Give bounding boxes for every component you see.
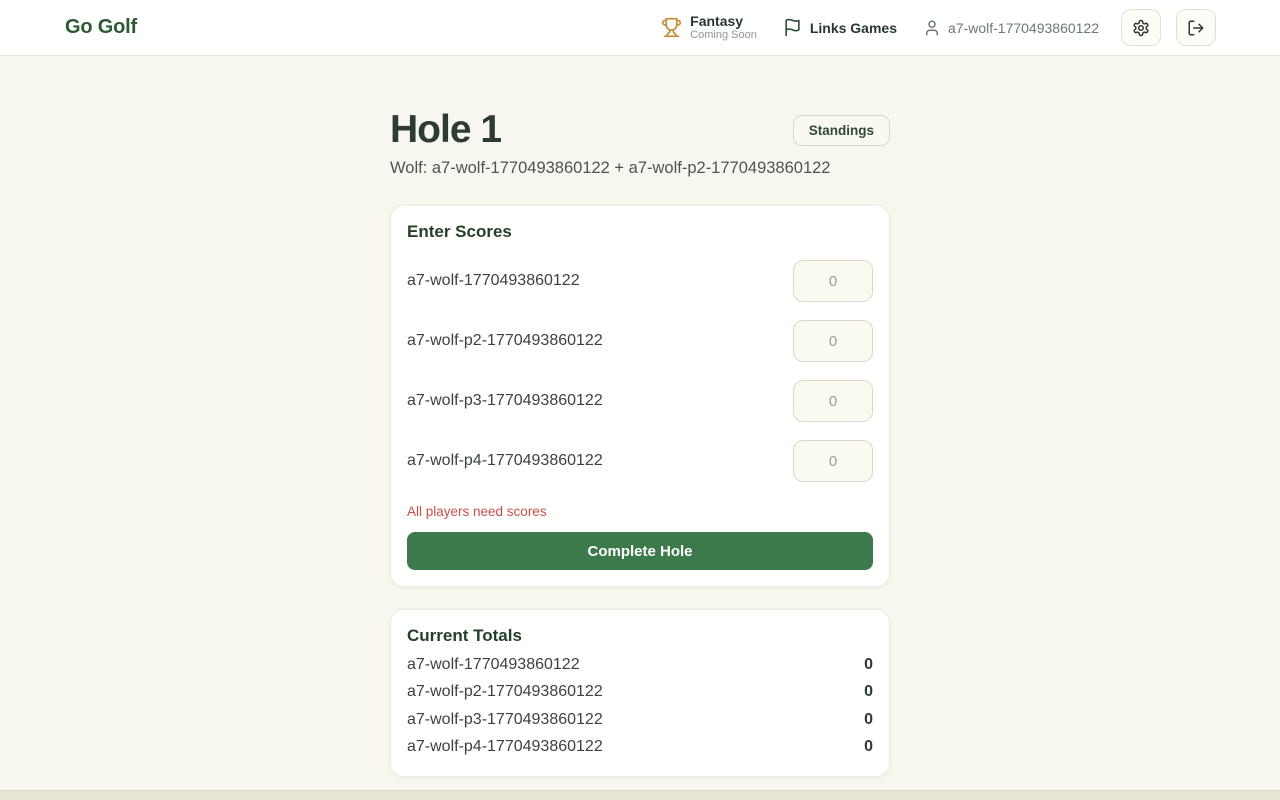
total-row: a7-wolf-1770493860122 0 [407, 656, 873, 674]
fantasy-text: Fantasy Coming Soon [690, 13, 757, 42]
wolf-subtitle: Wolf: a7-wolf-1770493860122 + a7-wolf-p2… [390, 159, 890, 178]
score-row: a7-wolf-p2-1770493860122 [407, 320, 873, 362]
nav-item-fantasy[interactable]: Fantasy Coming Soon [661, 13, 757, 42]
player-name: a7-wolf-p2-1770493860122 [407, 332, 603, 350]
app-header: Go Golf Fantasy Coming Soon [0, 0, 1280, 56]
trophy-icon [661, 17, 682, 38]
fantasy-label: Fantasy [690, 13, 757, 29]
username-text: a7-wolf-1770493860122 [948, 20, 1099, 36]
enter-scores-title: Enter Scores [407, 222, 873, 242]
score-input[interactable] [793, 260, 873, 302]
score-input[interactable] [793, 440, 873, 482]
links-games-label: Links Games [810, 20, 897, 36]
total-player-name: a7-wolf-p4-1770493860122 [407, 738, 603, 756]
score-row: a7-wolf-p4-1770493860122 [407, 440, 873, 482]
total-row: a7-wolf-p4-1770493860122 0 [407, 738, 873, 756]
validation-error: All players need scores [407, 504, 873, 519]
fantasy-sublabel: Coming Soon [690, 29, 757, 42]
total-player-name: a7-wolf-p2-1770493860122 [407, 683, 603, 701]
bottom-strip [0, 790, 1280, 800]
brand-logo[interactable]: Go Golf [65, 16, 137, 39]
total-player-name: a7-wolf-1770493860122 [407, 656, 580, 674]
total-value: 0 [864, 711, 873, 729]
logout-icon [1187, 19, 1205, 37]
total-value: 0 [864, 738, 873, 756]
score-input[interactable] [793, 380, 873, 422]
complete-hole-button[interactable]: Complete Hole [407, 532, 873, 570]
enter-scores-card: Enter Scores a7-wolf-1770493860122 a7-wo… [390, 205, 890, 587]
total-value: 0 [864, 656, 873, 674]
current-totals-title: Current Totals [407, 626, 873, 646]
nav-item-links-games[interactable]: Links Games [783, 18, 897, 37]
header-buttons [1121, 9, 1216, 46]
score-row: a7-wolf-1770493860122 [407, 260, 873, 302]
header-nav: Fantasy Coming Soon Links Games a7-wolf-… [661, 9, 1216, 46]
title-row: Hole 1 Standings [390, 108, 890, 152]
player-name: a7-wolf-p3-1770493860122 [407, 392, 603, 410]
player-name: a7-wolf-p4-1770493860122 [407, 452, 603, 470]
total-player-name: a7-wolf-p3-1770493860122 [407, 711, 603, 729]
user-chip: a7-wolf-1770493860122 [923, 19, 1099, 37]
flag-icon [783, 18, 802, 37]
main-content: Hole 1 Standings Wolf: a7-wolf-177049386… [390, 56, 890, 777]
score-input[interactable] [793, 320, 873, 362]
total-row: a7-wolf-p2-1770493860122 0 [407, 683, 873, 701]
logout-button[interactable] [1176, 9, 1216, 46]
player-name: a7-wolf-1770493860122 [407, 272, 580, 290]
score-row: a7-wolf-p3-1770493860122 [407, 380, 873, 422]
user-icon [923, 19, 941, 37]
total-value: 0 [864, 683, 873, 701]
settings-button[interactable] [1121, 9, 1161, 46]
standings-button[interactable]: Standings [793, 115, 890, 146]
gear-icon [1132, 19, 1150, 37]
page-title: Hole 1 [390, 108, 501, 152]
total-row: a7-wolf-p3-1770493860122 0 [407, 711, 873, 729]
current-totals-card: Current Totals a7-wolf-1770493860122 0 a… [390, 609, 890, 777]
